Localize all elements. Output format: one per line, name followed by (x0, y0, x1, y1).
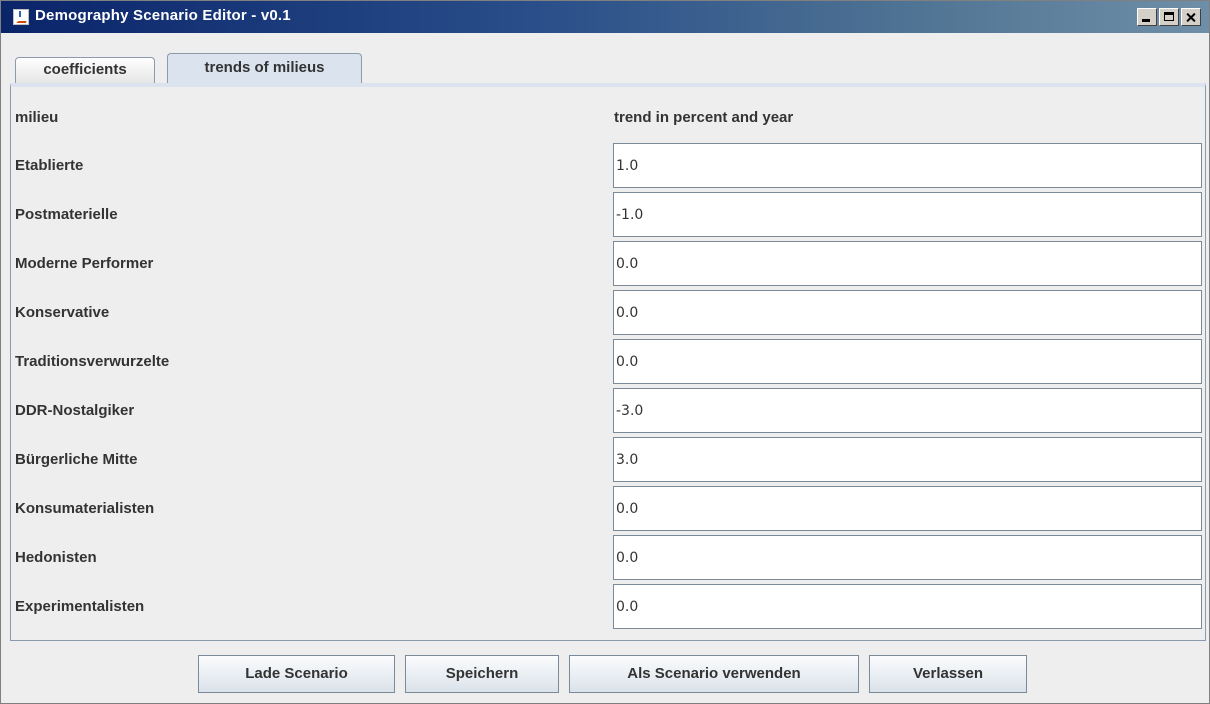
row-label-buergerliche-mitte: Bürgerliche Mitte (15, 451, 138, 468)
trend-input-moderne-performer[interactable] (613, 241, 1202, 286)
java-app-icon[interactable] (13, 9, 29, 25)
button-bar: Lade Scenario Speichern Als Scenario ver… (1, 655, 1209, 695)
row-label-experimentalisten: Experimentalisten (15, 598, 145, 615)
tab-trends-of-milieus[interactable]: trends of milieus (167, 53, 362, 83)
trend-input-konservative[interactable] (613, 290, 1202, 335)
maximize-icon[interactable] (1159, 8, 1179, 26)
trends-panel: milieu trend in percent and year Etablie… (10, 83, 1206, 641)
window-controls (1137, 8, 1201, 26)
row-label-traditionsverwurzelte: Traditionsverwurzelte (15, 353, 170, 370)
tab-coefficients[interactable]: coefficients (15, 57, 155, 83)
trend-input-konsumaterialisten[interactable] (613, 486, 1202, 531)
column-header-milieu: milieu (15, 109, 59, 126)
row-label-moderne-performer: Moderne Performer (15, 255, 154, 272)
trend-input-hedonisten[interactable] (613, 535, 1202, 580)
title-bar[interactable]: Demography Scenario Editor - v0.1 (1, 1, 1209, 33)
row-label-ddr-nostalgiker: DDR-Nostalgiker (15, 402, 135, 419)
trend-input-traditionsverwurzelte[interactable] (613, 339, 1202, 384)
save-button[interactable]: Speichern (405, 655, 559, 693)
row-label-postmaterielle: Postmaterielle (15, 206, 118, 223)
row-label-etablierte: Etablierte (15, 157, 84, 174)
row-label-konsumaterialisten: Konsumaterialisten (15, 500, 155, 517)
close-icon[interactable] (1181, 8, 1201, 26)
trend-input-postmaterielle[interactable] (613, 192, 1202, 237)
window-title: Demography Scenario Editor - v0.1 (35, 7, 291, 24)
app-window: Demography Scenario Editor - v0.1 coeffi… (0, 0, 1210, 704)
row-label-konservative: Konservative (15, 304, 110, 321)
load-scenario-button[interactable]: Lade Scenario (198, 655, 395, 693)
use-as-scenario-button[interactable]: Als Scenario verwenden (569, 655, 859, 693)
column-header-trend: trend in percent and year (614, 109, 794, 126)
row-label-hedonisten: Hedonisten (15, 549, 97, 566)
trend-input-buergerliche-mitte[interactable] (613, 437, 1202, 482)
trend-input-experimentalisten[interactable] (613, 584, 1202, 629)
minimize-icon[interactable] (1137, 8, 1157, 26)
quit-button[interactable]: Verlassen (869, 655, 1027, 693)
trend-input-etablierte[interactable] (613, 143, 1202, 188)
trend-input-ddr-nostalgiker[interactable] (613, 388, 1202, 433)
